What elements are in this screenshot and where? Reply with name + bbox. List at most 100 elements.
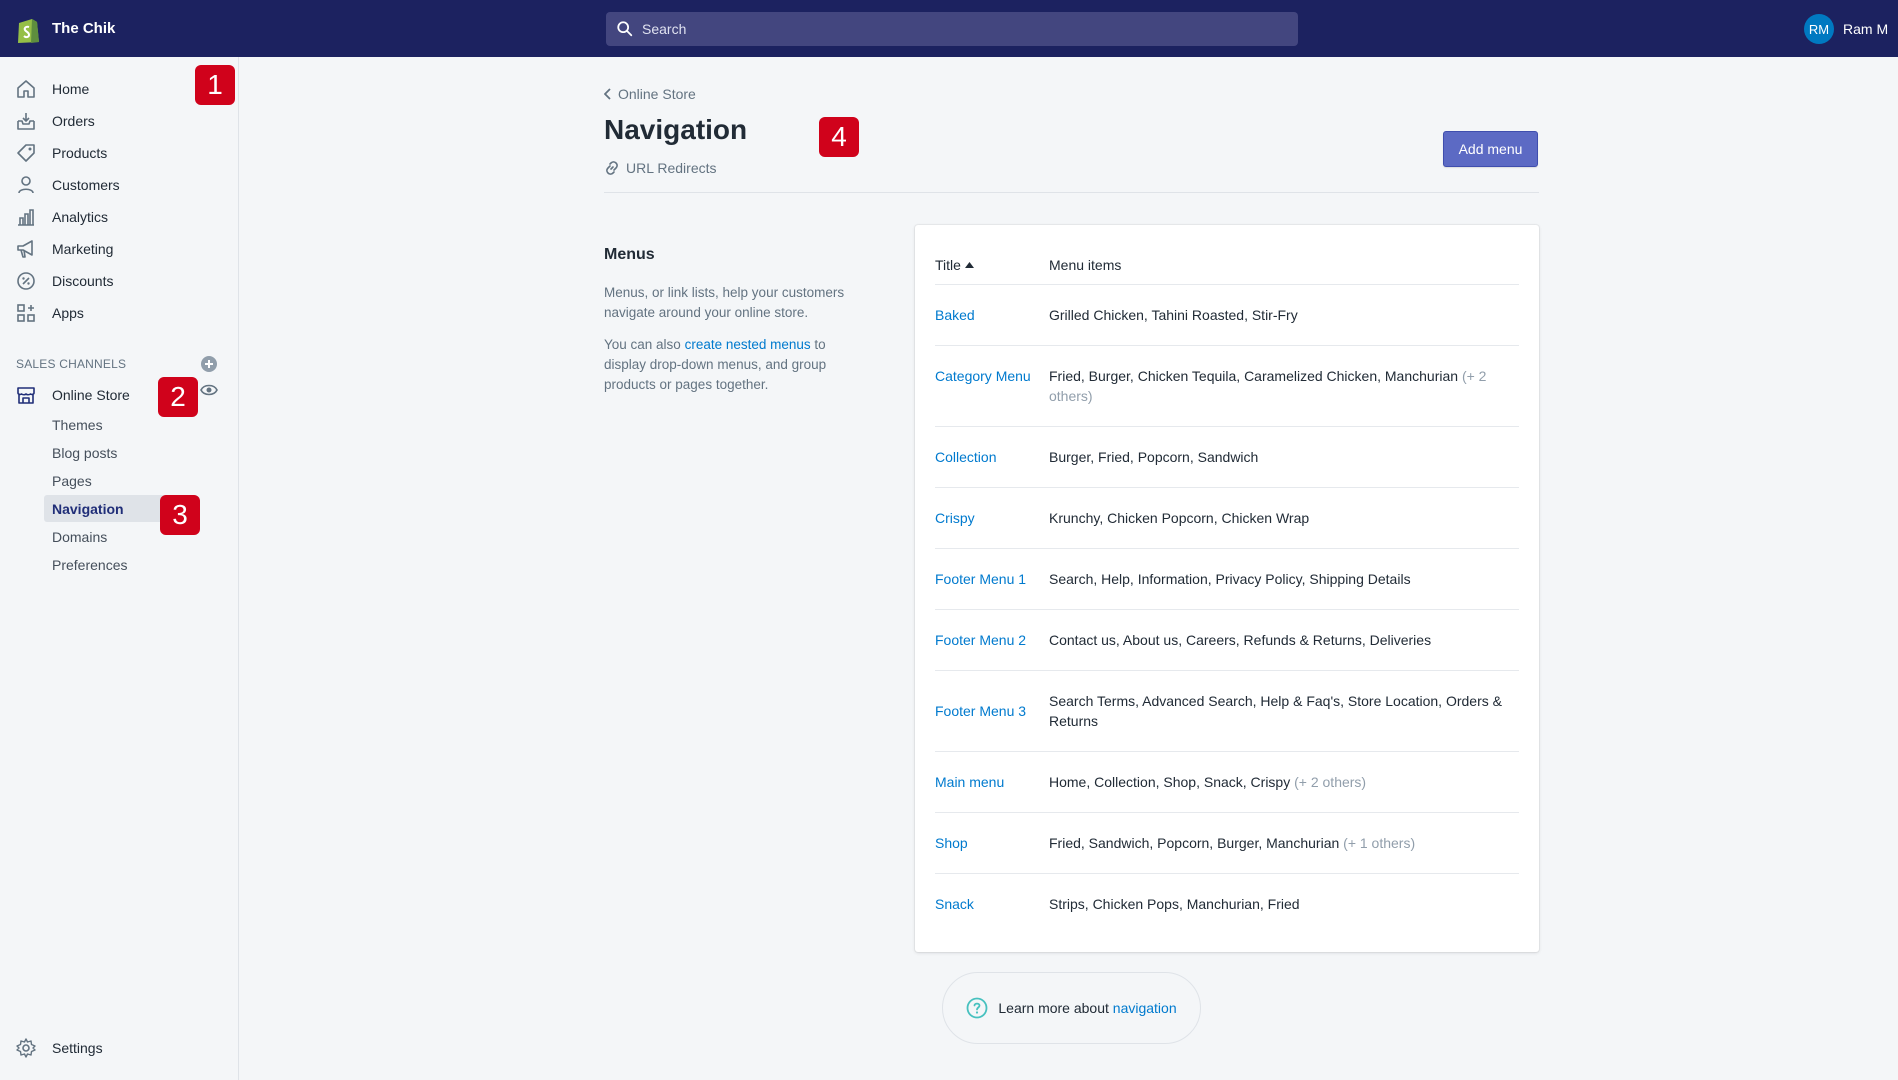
add-channel-icon[interactable] — [200, 355, 218, 373]
discount-icon — [17, 272, 35, 290]
sidebar-item-analytics[interactable]: Analytics — [0, 202, 239, 232]
sidebar-item-label: Analytics — [52, 209, 109, 225]
add-menu-button[interactable]: Add menu — [1443, 131, 1538, 167]
user-name[interactable]: Ram M — [1843, 21, 1888, 37]
menu-items-list: Search, Help, Information, Privacy Polic… — [1049, 571, 1411, 587]
menu-items-list: Grilled Chicken, Tahini Roasted, Stir-Fr… — [1049, 307, 1298, 323]
tag-icon — [17, 144, 35, 162]
sidebar-item-settings[interactable]: Settings — [0, 1033, 239, 1063]
menu-items-more: (+ 2 others) — [1294, 774, 1367, 790]
menu-items-text: Krunchy, Chicken Popcorn, Chicken Wrap — [1049, 508, 1509, 528]
url-redirects-link[interactable]: URL Redirects — [604, 160, 717, 176]
menu-items-list: Fried, Sandwich, Popcorn, Burger, Manchu… — [1049, 835, 1340, 851]
sidebar-subitem-preferences[interactable]: Preferences — [44, 551, 198, 578]
annotation-badge-3: 3 — [160, 495, 200, 535]
learn-more-navigation-link[interactable]: navigation — [1113, 1000, 1177, 1016]
table-row: Category Menu Fried, Burger, Chicken Teq… — [935, 345, 1519, 426]
menu-title-link[interactable]: Main menu — [935, 772, 1040, 792]
sidebar-subitem-pages[interactable]: Pages — [44, 467, 198, 494]
menu-title-link[interactable]: Snack — [935, 894, 1040, 914]
menu-items-text: Search, Help, Information, Privacy Polic… — [1049, 569, 1509, 589]
column-header-title[interactable]: Title — [935, 257, 974, 273]
menus-description: Menus, or link lists, help your customer… — [604, 283, 864, 407]
create-nested-menus-link[interactable]: create nested menus — [685, 337, 811, 352]
breadcrumb-label: Online Store — [618, 86, 696, 102]
table-row: Footer Menu 3 Search Terms, Advanced Sea… — [935, 670, 1519, 751]
sidebar-item-label: Discounts — [52, 273, 114, 289]
breadcrumb[interactable]: Online Store — [604, 86, 696, 102]
header-divider — [604, 192, 1539, 193]
menu-title-link[interactable]: Baked — [935, 305, 1040, 325]
help-circle-icon — [966, 997, 988, 1019]
menu-title-link[interactable]: Footer Menu 3 — [935, 701, 1040, 721]
page-title: Navigation — [604, 114, 748, 145]
menu-items-text: Strips, Chicken Pops, Manchurian, Fried — [1049, 894, 1509, 914]
menu-title-link[interactable]: Shop — [935, 833, 1040, 853]
sidebar-item-products[interactable]: Products — [0, 138, 239, 168]
table-row: Footer Menu 2 Contact us, About us, Care… — [935, 609, 1519, 670]
table-row: Footer Menu 1 Search, Help, Information,… — [935, 548, 1519, 609]
sidebar-item-label: Products — [52, 145, 108, 161]
sidebar-item-orders[interactable]: Orders — [0, 106, 239, 136]
menu-items-list: Home, Collection, Shop, Snack, Crispy — [1049, 774, 1291, 790]
sidebar-item-discounts[interactable]: Discounts — [0, 266, 239, 296]
column-header-title-label: Title — [935, 257, 961, 273]
sidebar-item-label: Online Store — [52, 387, 130, 403]
menus-nested-text: You can also create nested menus to disp… — [604, 335, 864, 395]
table-row: Main menu Home, Collection, Shop, Snack,… — [935, 751, 1519, 812]
sidebar-subitem-blog-posts[interactable]: Blog posts — [44, 439, 198, 466]
menu-title-link[interactable]: Footer Menu 2 — [935, 630, 1040, 650]
store-icon — [17, 387, 35, 404]
menu-title-link[interactable]: Category Menu — [935, 366, 1040, 386]
menu-title-link[interactable]: Collection — [935, 447, 1040, 467]
table-row: Shop Fried, Sandwich, Popcorn, Burger, M… — [935, 812, 1519, 873]
avatar[interactable]: RM — [1804, 14, 1834, 44]
eye-icon[interactable] — [200, 383, 218, 397]
table-row: Snack Strips, Chicken Pops, Manchurian, … — [935, 873, 1519, 934]
megaphone-icon — [17, 240, 33, 258]
sidebar-item-marketing[interactable]: Marketing — [0, 234, 239, 264]
menus-heading: Menus — [604, 246, 655, 263]
menu-items-text: Fried, Burger, Chicken Tequila, Carameli… — [1049, 366, 1509, 406]
annotation-badge-1: 1 — [195, 65, 235, 105]
menu-items-text: Burger, Fried, Popcorn, Sandwich — [1049, 447, 1509, 467]
menu-items-list: Contact us, About us, Careers, Refunds &… — [1049, 632, 1432, 648]
menu-items-list: Krunchy, Chicken Popcorn, Chicken Wrap — [1049, 510, 1310, 526]
chevron-left-icon — [604, 88, 611, 100]
annotation-badge-4: 4 — [819, 117, 859, 157]
sidebar-item-label: Home — [52, 81, 90, 97]
menu-items-list: Burger, Fried, Popcorn, Sandwich — [1049, 449, 1259, 465]
learn-more-text: Learn more about navigation — [998, 1000, 1176, 1016]
search-icon — [617, 21, 633, 37]
search-input[interactable] — [642, 21, 1242, 37]
sidebar-item-customers[interactable]: Customers — [0, 170, 239, 200]
annotation-badge-2: 2 — [158, 377, 198, 417]
sidebar-item-label: Customers — [52, 177, 120, 193]
menus-table-card: Title Menu items Baked Grilled Chicken, … — [915, 225, 1539, 952]
bar-chart-icon — [18, 209, 34, 226]
table-row: Collection Burger, Fried, Popcorn, Sandw… — [935, 426, 1519, 487]
home-icon — [17, 80, 35, 98]
menu-items-list: Fried, Burger, Chicken Tequila, Carameli… — [1049, 368, 1459, 384]
sidebar-item-label: Orders — [52, 113, 95, 129]
menu-title-link[interactable]: Footer Menu 1 — [935, 569, 1040, 589]
sidebar: Home Orders Products Customers Analytics… — [0, 57, 239, 1080]
shopify-logo-icon[interactable] — [15, 16, 41, 44]
link-icon — [606, 161, 618, 175]
menu-items-list: Strips, Chicken Pops, Manchurian, Fried — [1049, 896, 1300, 912]
menu-title-link[interactable]: Crispy — [935, 508, 1040, 528]
store-name[interactable]: The Chik — [52, 20, 115, 37]
menus-description-text: Menus, or link lists, help your customer… — [604, 285, 845, 320]
sidebar-item-label: Marketing — [52, 241, 114, 257]
sales-channels-title: SALES CHANNELS — [16, 357, 127, 371]
learn-more-prefix: Learn more about — [998, 1000, 1113, 1016]
menu-items-text: Grilled Chicken, Tahini Roasted, Stir-Fr… — [1049, 305, 1509, 325]
menu-items-text: Fried, Sandwich, Popcorn, Burger, Manchu… — [1049, 833, 1509, 853]
url-redirects-label: URL Redirects — [626, 160, 717, 176]
table-row: Baked Grilled Chicken, Tahini Roasted, S… — [935, 284, 1519, 345]
menu-items-text: Contact us, About us, Careers, Refunds &… — [1049, 630, 1509, 650]
apps-icon — [17, 304, 35, 322]
sidebar-item-apps[interactable]: Apps — [0, 298, 239, 328]
search-bar[interactable] — [606, 12, 1298, 46]
menu-items-text: Home, Collection, Shop, Snack, Crispy (+… — [1049, 772, 1509, 792]
